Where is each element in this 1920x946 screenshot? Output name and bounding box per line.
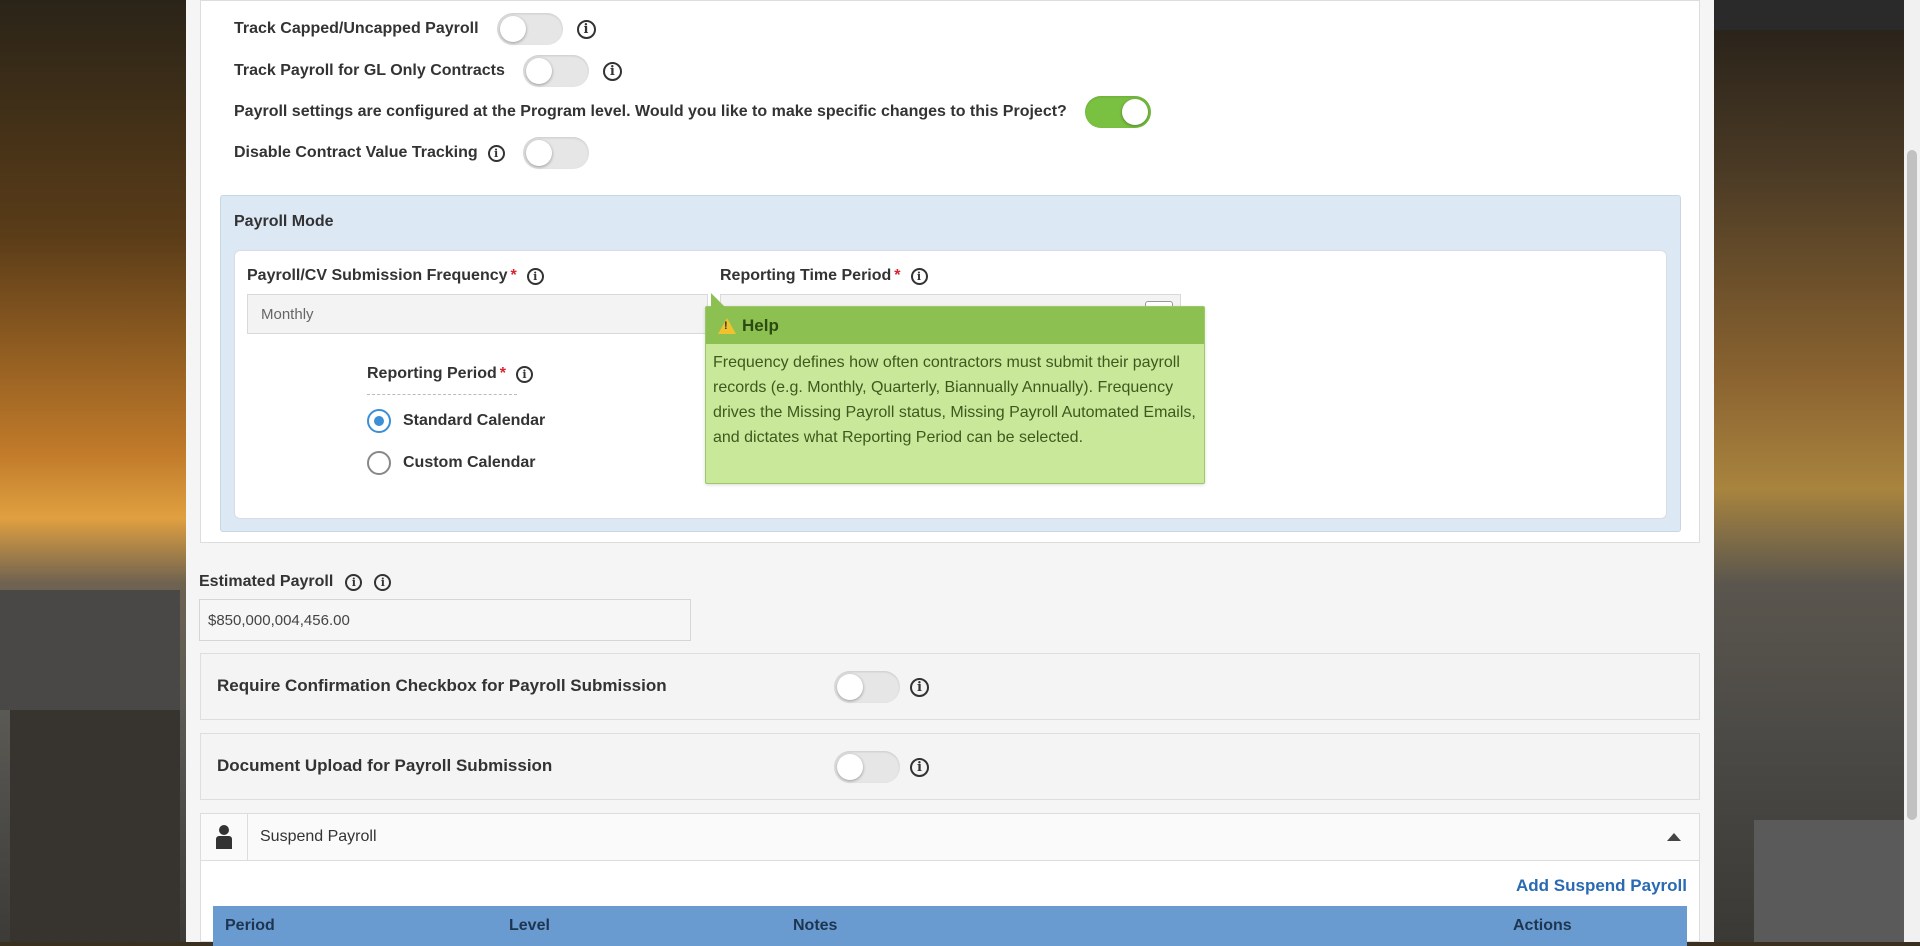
payroll-mode-title: Payroll Mode [234, 213, 334, 230]
info-icon[interactable]: i [487, 144, 505, 162]
program-level-toggle[interactable] [1084, 96, 1151, 128]
background-building [1714, 0, 1920, 30]
tooltip-body: Frequency defines how often contractors … [713, 354, 1196, 446]
setting-label: Track Capped/Uncapped Payroll [234, 20, 479, 37]
suspend-payroll-panel: Suspend Payroll Add Suspend Payroll Peri… [200, 813, 1700, 946]
document-upload-row: Document Upload for Payroll Submission i [200, 733, 1700, 800]
estimated-payroll-input[interactable]: $850,000,004,456.00 [199, 599, 691, 641]
background-building [1754, 820, 1920, 942]
chevron-up-icon[interactable] [1667, 833, 1681, 841]
frequency-label: Payroll/CV Submission Frequency * i [247, 267, 544, 285]
info-icon[interactable]: i [910, 677, 929, 697]
column-header[interactable]: Actions [1513, 917, 1572, 935]
radio-custom-calendar[interactable]: Custom Calendar [367, 451, 535, 475]
background-building [0, 590, 180, 710]
divider [367, 394, 517, 395]
require-confirmation-row: Require Confirmation Checkbox for Payrol… [200, 653, 1700, 720]
column-header[interactable]: Notes [793, 917, 837, 935]
background-photo-left [0, 0, 186, 942]
disable-cv-toggle[interactable] [522, 137, 589, 169]
background-photo-right [1714, 0, 1920, 942]
background-building [10, 710, 180, 942]
track-capped-toggle[interactable] [496, 13, 563, 45]
setting-track-gl-only: Track Payroll for GL Only Contracts i [234, 55, 622, 87]
setting-label: Disable Contract Value Tracking [234, 144, 478, 161]
tooltip-header: Help [706, 307, 1204, 344]
document-upload-toggle[interactable] [834, 751, 900, 783]
info-icon[interactable]: i [910, 757, 929, 777]
reporting-period-label: Reporting Period * i [367, 365, 534, 383]
require-confirmation-toggle[interactable] [834, 671, 900, 703]
info-icon[interactable]: i [374, 573, 392, 591]
main-content: Track Capped/Uncapped Payroll i Track Pa… [186, 0, 1714, 946]
info-icon[interactable]: i [602, 61, 622, 81]
frequency-select[interactable]: Monthly [247, 294, 708, 334]
setting-track-capped: Track Capped/Uncapped Payroll i [234, 13, 596, 45]
page-scrollbar[interactable] [1904, 0, 1920, 942]
setting-program-level: Payroll settings are configured at the P… [234, 96, 1151, 128]
column-header[interactable]: Level [509, 917, 550, 935]
info-icon[interactable]: i [516, 365, 534, 383]
column-header[interactable]: Period [225, 917, 275, 935]
info-icon[interactable]: i [345, 573, 363, 591]
setting-label: Payroll settings are configured at the P… [234, 103, 1067, 120]
scrollbar-thumb[interactable] [1907, 150, 1917, 820]
add-suspend-payroll-link[interactable]: Add Suspend Payroll [1516, 876, 1687, 896]
estimated-payroll-label: Estimated Payroll i i [199, 573, 392, 591]
time-period-label: Reporting Time Period * i [720, 267, 928, 285]
info-icon[interactable]: i [526, 267, 544, 285]
radio-standard-calendar[interactable]: Standard Calendar [367, 409, 545, 433]
person-icon [201, 814, 248, 860]
warning-icon [718, 317, 736, 334]
info-icon[interactable]: i [576, 19, 596, 39]
suspend-table-header: Period Level Notes Actions [213, 906, 1687, 946]
info-icon[interactable]: i [910, 267, 928, 285]
suspend-payroll-title: Suspend Payroll [260, 828, 377, 845]
track-gl-only-toggle[interactable] [522, 55, 589, 87]
setting-label: Track Payroll for GL Only Contracts [234, 62, 505, 79]
help-tooltip: Help Frequency defines how often contrac… [705, 293, 1205, 484]
suspend-payroll-header[interactable]: Suspend Payroll [201, 814, 1699, 861]
setting-disable-cv: Disable Contract Value Tracking i [234, 137, 589, 169]
